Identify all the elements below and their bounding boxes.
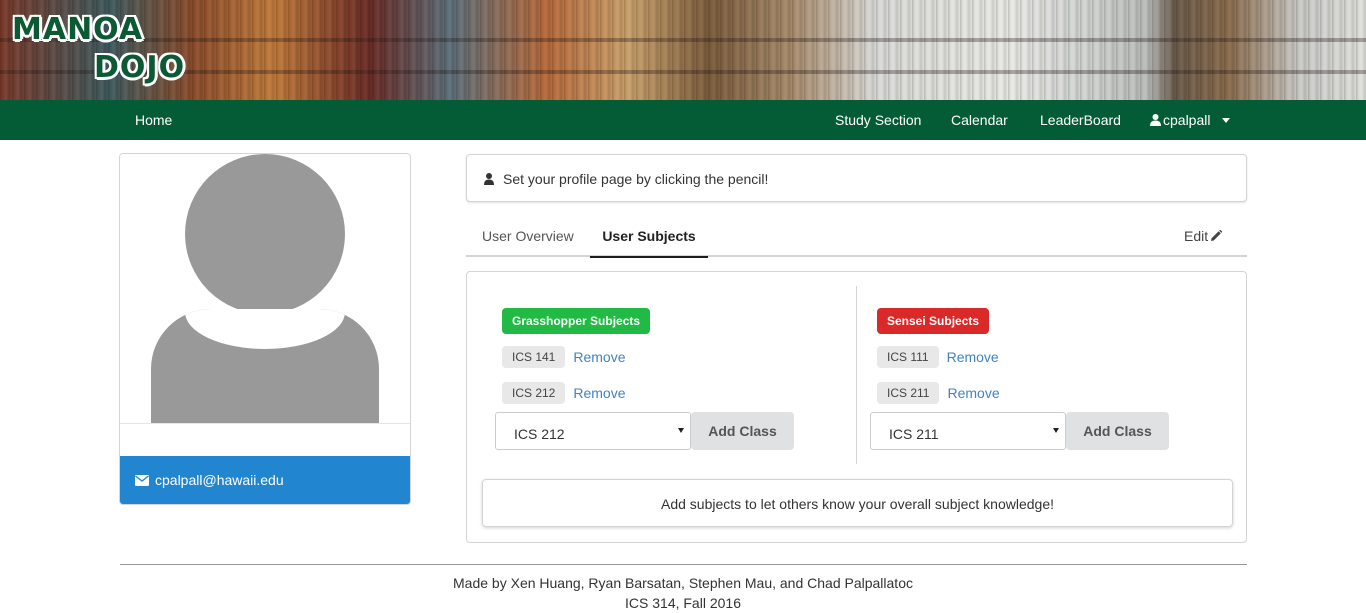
sensei-column: Sensei Subjects ICS 111 Remove ICS 211 Rem… — [870, 272, 1210, 472]
pencil-icon — [1211, 230, 1223, 241]
grasshopper-add-class-button[interactable]: Add Class — [691, 412, 794, 450]
remove-subject-link[interactable]: Remove — [573, 385, 625, 401]
edit-profile-button[interactable]: Edit — [1184, 216, 1223, 257]
logo-text-line2: DOJO — [94, 50, 186, 85]
nav-study-section-link[interactable]: Study Section — [835, 100, 921, 140]
footer-divider — [120, 564, 1247, 565]
profile-email: cpalpall@hawaii.edu — [155, 472, 284, 488]
subjects-hint-message: Add subjects to let others know your ove… — [482, 479, 1233, 527]
select-value: ICS 212 — [514, 426, 565, 442]
info-text: Set your profile page by clicking the pe… — [503, 171, 769, 187]
tab-user-subjects[interactable]: User Subjects — [590, 216, 708, 258]
nav-home-link[interactable]: Home — [135, 100, 172, 140]
caret-down-icon — [1222, 118, 1231, 123]
profile-info-message: Set your profile page by clicking the pe… — [466, 154, 1247, 202]
footer-course: ICS 314, Fall 2016 — [625, 595, 741, 611]
username-label: cpalpall — [1163, 112, 1211, 128]
grasshopper-column: Grasshopper Subjects ICS 141 Remove ICS 2… — [495, 272, 835, 472]
user-dropdown[interactable]: cpalpall — [1150, 100, 1231, 140]
remove-subject-link[interactable]: Remove — [947, 385, 999, 401]
select-arrow-icon — [1053, 428, 1059, 433]
header-banner: MANOA DOJO — [0, 0, 1366, 100]
email-bar: cpalpall@hawaii.edu — [120, 456, 410, 504]
profile-card-spacer — [120, 423, 410, 456]
sensei-subjects-label: Sensei Subjects — [877, 308, 990, 334]
column-divider — [856, 286, 857, 464]
sensei-subject-row: ICS 211 Remove — [877, 382, 1000, 406]
select-value: ICS 211 — [889, 426, 939, 442]
subject-chip: ICS 111 — [877, 346, 939, 368]
profile-card: cpalpall@hawaii.edu — [119, 153, 411, 505]
nav-calendar-link[interactable]: Calendar — [951, 100, 1008, 140]
grasshopper-subjects-label: Grasshopper Subjects — [502, 308, 651, 334]
main-navbar: Home Study Section Calendar LeaderBoard … — [0, 100, 1366, 140]
grasshopper-subject-row: ICS 212 Remove — [502, 382, 626, 406]
tab-user-overview[interactable]: User Overview — [482, 216, 574, 257]
remove-subject-link[interactable]: Remove — [573, 349, 625, 365]
sensei-add-class-button[interactable]: Add Class — [1066, 412, 1169, 450]
nav-leaderboard-link[interactable]: LeaderBoard — [1040, 100, 1121, 140]
user-icon — [1150, 114, 1161, 126]
select-arrow-icon — [678, 428, 684, 433]
sensei-class-select[interactable]: ICS 211 — [870, 412, 1066, 450]
subject-chip: ICS 211 — [877, 382, 940, 404]
grasshopper-subject-row: ICS 141 Remove — [502, 346, 626, 370]
logo-text-line1: MANOA — [12, 12, 144, 47]
edit-label: Edit — [1184, 228, 1209, 244]
profile-tabs: User Overview User Subjects Edit — [466, 216, 1247, 258]
sensei-subject-row: ICS 111 Remove — [877, 346, 999, 370]
default-avatar — [120, 154, 410, 424]
subject-chip: ICS 141 — [502, 346, 566, 368]
grasshopper-class-select[interactable]: ICS 212 — [495, 412, 691, 450]
footer-credits: Made by Xen Huang, Ryan Barsatan, Stephe… — [453, 575, 913, 591]
manoa-dojo-logo[interactable]: MANOA DOJO — [10, 10, 190, 90]
user-subjects-panel: Grasshopper Subjects ICS 141 Remove ICS 2… — [466, 271, 1247, 543]
user-icon — [484, 173, 494, 185]
remove-subject-link[interactable]: Remove — [947, 349, 999, 365]
envelope-icon — [135, 475, 149, 486]
subject-chip: ICS 212 — [502, 382, 566, 404]
